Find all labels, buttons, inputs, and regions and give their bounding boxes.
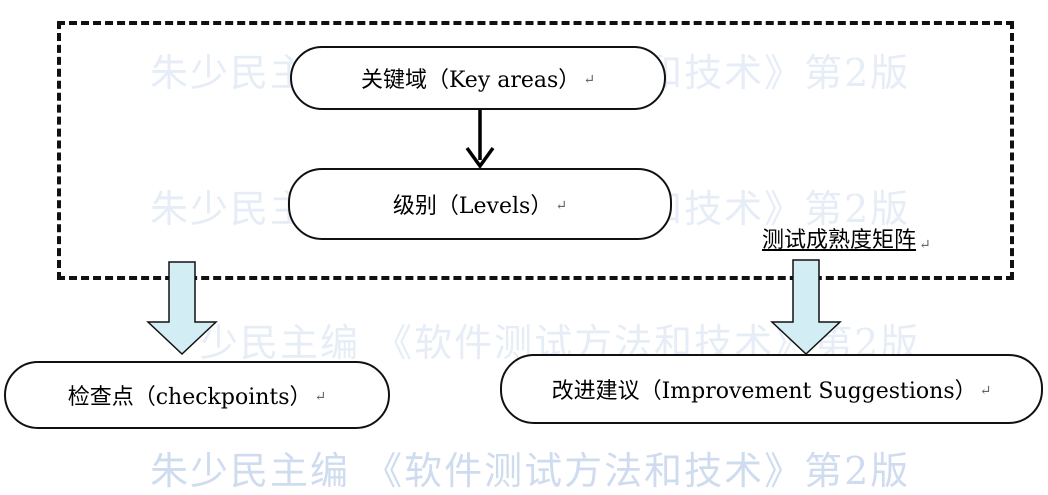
paragraph-mark: ↵ <box>314 389 327 405</box>
block-arrow-to-checkpoints <box>146 261 218 356</box>
paragraph-mark: ↵ <box>979 383 992 399</box>
paragraph-mark: ↵ <box>583 72 596 88</box>
node-improvement-suggestions: 改进建议（Improvement Suggestions） ↵ <box>500 354 1043 424</box>
node-checkpoints-label: 检查点（checkpoints） <box>67 385 312 410</box>
node-levels: 级别（Levels） ↵ <box>288 168 672 240</box>
paragraph-mark: ↵ <box>919 237 931 253</box>
node-key-areas-label: 关键域（Key areas） <box>360 68 581 93</box>
test-maturity-matrix-label: 测试成熟度矩阵 ↵ <box>762 222 931 254</box>
node-levels-label: 级别（Levels） <box>392 194 553 219</box>
node-key-areas: 关键域（Key areas） ↵ <box>290 46 666 110</box>
test-maturity-matrix-text: 测试成熟度矩阵 <box>762 228 917 253</box>
node-improvement-label: 改进建议（Improvement Suggestions） <box>551 379 977 404</box>
diagram-canvas: 朱少民主编 《软件测试方法和技术》第2版 朱少民主编 《软件测试方法和技术》第2… <box>0 0 1048 493</box>
paragraph-mark: ↵ <box>555 198 568 214</box>
node-checkpoints: 检查点（checkpoints） ↵ <box>4 361 390 429</box>
block-arrow-to-improvement <box>770 259 842 356</box>
